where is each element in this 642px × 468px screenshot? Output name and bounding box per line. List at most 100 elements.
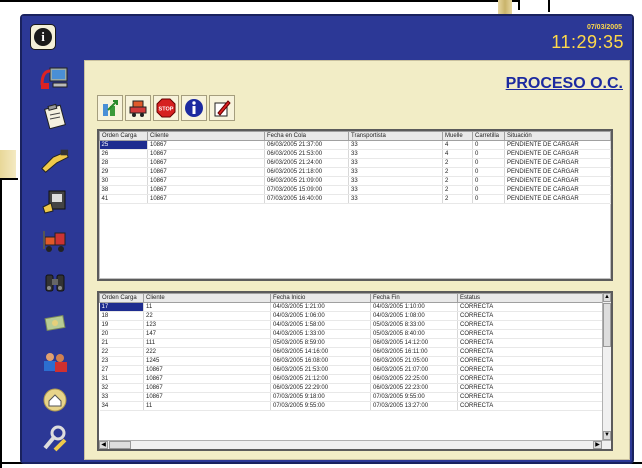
column-header[interactable]: Estatus [457, 293, 606, 303]
sidebar-home-button[interactable] [40, 386, 70, 414]
table-cell: 07/03/2005 9:55:00 [270, 401, 371, 411]
column-header[interactable]: Transportista [348, 131, 443, 141]
table-cell: 2 [442, 158, 473, 168]
column-header[interactable]: Muelle [442, 131, 473, 141]
table-cell: 04/03/2005 1:08:00 [370, 311, 458, 321]
table-cell: 26 [99, 149, 148, 159]
column-header[interactable]: Fecha Inicio [270, 293, 371, 303]
table-row[interactable]: 41 10867 07/03/2005 16:40:00 33 2 0 PENDIENTE … [99, 194, 611, 204]
column-header[interactable]: Fecha en Cola [264, 131, 349, 141]
table-cell: 32 [99, 383, 144, 393]
scroll-right-arrow-icon[interactable]: ▶ [593, 441, 602, 449]
table-cell: 06/03/2005 21:24:00 [264, 158, 349, 168]
table-cell: 41 [99, 194, 148, 204]
info-button[interactable]: i [30, 24, 56, 50]
sidebar-users-button[interactable] [40, 348, 70, 376]
column-header[interactable]: Cliente [143, 293, 271, 303]
table-row[interactable]: 17 11 04/03/2005 1:21:00 04/03/2005 1:10:00… [99, 302, 606, 312]
table-cell: 06/03/2005 21:18:00 [264, 167, 349, 177]
sidebar-printer-button[interactable] [40, 188, 70, 216]
page: i 07/03/2005 11:29:35 PROCESO O.C. STOP … [0, 0, 642, 468]
computer-icon [40, 67, 68, 89]
table-cell: PENDIENTE DE CARGAR [504, 149, 611, 159]
table-row[interactable]: 22 222 06/03/2005 14:16:00 06/03/2005 16:11… [99, 347, 606, 357]
table-cell: 04/03/2005 1:06:00 [270, 311, 371, 321]
table-cell: 04/03/2005 1:33:00 [270, 329, 371, 339]
table-row[interactable]: 21 111 05/03/2005 8:59:00 06/03/2005 14:12:… [99, 338, 606, 348]
edit-icon [214, 100, 231, 117]
table-cell: 0 [472, 185, 505, 195]
table-row[interactable]: 25 10867 06/03/2005 21:37:00 33 4 0 PENDIENTE … [99, 140, 611, 150]
column-header[interactable]: Fecha Fin [370, 293, 458, 303]
table-cell: 06/03/2005 16:08:00 [270, 356, 371, 366]
scroll-left-arrow-icon[interactable]: ◀ [99, 441, 108, 449]
app-window: i 07/03/2005 11:29:35 PROCESO O.C. STOP … [20, 14, 634, 464]
table-cell: 33 [99, 392, 144, 402]
table-row[interactable]: 19 123 04/03/2005 1:58:00 05/03/2005 8:33:0… [99, 320, 606, 330]
table-cell: 04/03/2005 1:10:00 [370, 302, 458, 312]
table-cell: 33 [348, 140, 443, 150]
background-decoration [0, 150, 16, 180]
table-cell: 33 [348, 185, 443, 195]
table-row[interactable]: 29 10867 06/03/2005 21:18:00 33 2 0 PENDIENTE … [99, 167, 611, 177]
table-row[interactable]: 20 147 04/03/2005 1:33:00 05/03/2005 8:40:0… [99, 329, 606, 339]
table-row[interactable]: 26 10867 06/03/2005 21:53:00 33 4 0 PENDIENTE … [99, 149, 611, 159]
table-cell: 07/03/2005 9:55:00 [370, 392, 458, 402]
table-cell: 06/03/2005 22:29:00 [270, 383, 371, 393]
table-cell: CORRECTA [457, 320, 606, 330]
toolbar-add-button[interactable] [97, 95, 123, 121]
column-header[interactable]: Situación [504, 131, 611, 141]
table-cell: 10867 [147, 140, 265, 150]
printer-icon [42, 190, 66, 214]
table-row[interactable]: 38 10867 07/03/2005 15:09:00 33 2 0 PENDIENTE … [99, 185, 611, 195]
column-header[interactable]: Orden Carga [99, 131, 148, 141]
background-frame-line [0, 178, 2, 468]
sidebar-forklift-button[interactable] [40, 226, 70, 254]
toolbar-edit-button[interactable] [209, 95, 235, 121]
table-cell: 0 [472, 140, 505, 150]
table-row[interactable]: 18 22 04/03/2005 1:06:00 04/03/2005 1:08:00… [99, 311, 606, 321]
table-cell: 06/03/2005 21:05:00 [370, 356, 458, 366]
table-cell: 27 [99, 365, 144, 375]
sidebar-binoculars-button[interactable] [40, 268, 70, 296]
table-cell: CORRECTA [457, 356, 606, 366]
sidebar-computer-button[interactable] [40, 64, 70, 92]
sidebar-scanner-button[interactable] [40, 146, 70, 174]
table-cell: 06/03/2005 21:07:00 [370, 365, 458, 375]
scrollbar-thumb[interactable] [603, 303, 611, 347]
sidebar-clipboard-button[interactable] [40, 102, 70, 130]
toolbar-info-button[interactable] [181, 95, 207, 121]
column-header[interactable]: Orden Carga [99, 293, 144, 303]
horizontal-scrollbar[interactable]: ◀ ▶ [99, 440, 611, 449]
table-row[interactable]: 31 10867 06/03/2005 21:12:00 06/03/2005 22:… [99, 374, 606, 384]
table-cell: PENDIENTE DE CARGAR [504, 167, 611, 177]
sidebar-money-button[interactable] [40, 308, 70, 336]
info-icon: i [34, 28, 52, 46]
toolbar-truck-button[interactable] [125, 95, 151, 121]
pending-loads-grid[interactable]: Orden Carga Cliente Fecha en Cola Transport… [97, 129, 613, 281]
table-cell: 2 [442, 185, 473, 195]
scrollbar-thumb[interactable] [109, 441, 131, 449]
table-cell: 31 [99, 374, 144, 384]
vertical-scrollbar[interactable]: ▲ ▼ [602, 293, 611, 449]
table-cell: 0 [472, 194, 505, 204]
table-row[interactable]: 32 10867 06/03/2005 22:29:00 06/03/2005 22:… [99, 383, 606, 393]
table-row[interactable]: 23 1245 06/03/2005 16:08:00 06/03/2005 21:0… [99, 356, 606, 366]
scroll-down-arrow-icon[interactable]: ▼ [603, 431, 611, 440]
table-cell: 10867 [143, 383, 271, 393]
toolbar-stop-button[interactable]: STOP [153, 95, 179, 121]
column-header[interactable]: Cliente [147, 131, 265, 141]
table-row[interactable]: 30 10867 06/03/2005 21:09:00 33 2 0 PENDIENTE … [99, 176, 611, 186]
table-row[interactable]: 28 10867 06/03/2005 21:24:00 33 2 0 PENDIENTE … [99, 158, 611, 168]
table-cell: 23 [99, 356, 144, 366]
table-row[interactable]: 27 10867 06/03/2005 21:53:00 06/03/2005 21:… [99, 365, 606, 375]
sidebar-tools-button[interactable] [40, 424, 70, 452]
table-cell: 1245 [143, 356, 271, 366]
table-cell: 10867 [147, 185, 265, 195]
scroll-up-arrow-icon[interactable]: ▲ [603, 293, 611, 302]
column-header[interactable]: Carretilla [472, 131, 505, 141]
table-cell: 10867 [147, 158, 265, 168]
completed-loads-grid[interactable]: Orden Carga Cliente Fecha Inicio Fecha Fin E… [97, 291, 613, 451]
table-row[interactable]: 33 10867 07/03/2005 9:18:00 07/03/2005 9:55… [99, 392, 606, 402]
table-row[interactable]: 34 11 07/03/2005 9:55:00 07/03/2005 13:27:0… [99, 401, 606, 411]
